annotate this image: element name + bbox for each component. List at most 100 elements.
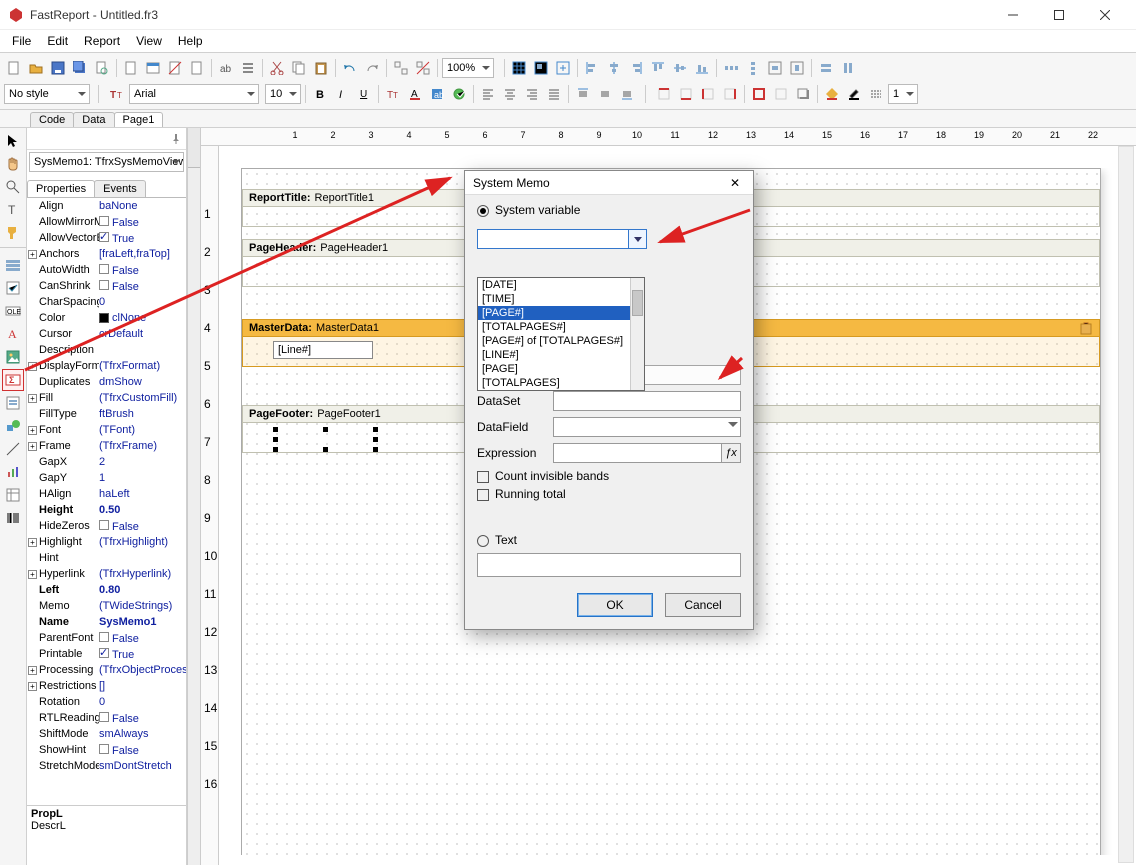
close-button[interactable] — [1082, 0, 1128, 30]
frame-right-icon[interactable] — [720, 84, 740, 104]
memo-checkbox-icon[interactable] — [2, 277, 24, 299]
font-settings-icon[interactable]: TT — [383, 84, 403, 104]
property-row[interactable]: +Anchors[fraLeft,fraTop] — [27, 246, 186, 262]
property-row[interactable]: Left0.80 — [27, 582, 186, 598]
dropdown-option[interactable]: [DATE] — [478, 278, 644, 292]
property-row[interactable]: DuplicatesdmShow — [27, 374, 186, 390]
page-options-icon[interactable] — [238, 58, 258, 78]
text-tool-icon[interactable]: T — [2, 199, 24, 221]
frame-left-icon[interactable] — [698, 84, 718, 104]
property-row[interactable]: +Restrictions[] — [27, 678, 186, 694]
frame-style-icon[interactable] — [866, 84, 886, 104]
sysmemo-tool-icon[interactable]: Σ — [2, 369, 24, 391]
text-align-center-icon[interactable] — [500, 84, 520, 104]
align-left-icon[interactable] — [582, 58, 602, 78]
property-row[interactable]: AutoWidthFalse — [27, 262, 186, 278]
menu-report[interactable]: Report — [76, 32, 128, 50]
dropdown-option[interactable]: [TOTALPAGES] — [478, 376, 644, 390]
text-align-right-icon[interactable] — [522, 84, 542, 104]
font-size-combo[interactable]: 10 — [265, 84, 301, 104]
panel-slide-bar[interactable] — [187, 128, 201, 865]
frame-bottom-icon[interactable] — [676, 84, 696, 104]
frame-none-icon[interactable] — [771, 84, 791, 104]
property-row[interactable]: +Frame(TfrxFrame) — [27, 438, 186, 454]
frame-color-icon[interactable] — [844, 84, 864, 104]
system-variable-input[interactable] — [478, 230, 629, 246]
paste-icon[interactable] — [311, 58, 331, 78]
same-height-icon[interactable] — [838, 58, 858, 78]
property-row[interactable]: ColorclNone — [27, 310, 186, 326]
fill-color-icon[interactable] — [822, 84, 842, 104]
hand-tool-icon[interactable] — [2, 153, 24, 175]
property-row[interactable]: Memo(TWideStrings) — [27, 598, 186, 614]
text-align-left-icon[interactable] — [478, 84, 498, 104]
group-icon[interactable] — [391, 58, 411, 78]
copy-icon[interactable] — [289, 58, 309, 78]
picture-tool-icon[interactable] — [2, 346, 24, 368]
space-v-icon[interactable] — [743, 58, 763, 78]
radio-text[interactable]: Text — [477, 533, 741, 547]
property-row[interactable]: +Processing(TfrxObjectProcessing) — [27, 662, 186, 678]
system-variable-dropdown[interactable]: [DATE][TIME][PAGE#][TOTALPAGES#][PAGE#] … — [477, 277, 645, 391]
property-row[interactable]: +Highlight(TfrxHighlight) — [27, 534, 186, 550]
property-row[interactable]: RTLReadingFalse — [27, 710, 186, 726]
cut-icon[interactable] — [267, 58, 287, 78]
property-row[interactable]: ShiftModesmAlways — [27, 726, 186, 742]
expression-input[interactable] — [553, 443, 722, 463]
page-add-icon[interactable] — [121, 58, 141, 78]
minimize-button[interactable] — [990, 0, 1036, 30]
fit-grid-icon[interactable] — [553, 58, 573, 78]
undo-icon[interactable] — [340, 58, 360, 78]
align-center-v-icon[interactable] — [670, 58, 690, 78]
text-input[interactable] — [477, 553, 741, 577]
highlight-icon[interactable]: ab — [427, 84, 447, 104]
frame-top-icon[interactable] — [654, 84, 674, 104]
radio-system-variable[interactable]: System variable — [477, 203, 741, 217]
shape-tool-icon[interactable] — [2, 415, 24, 437]
zoom-tool-icon[interactable] — [2, 176, 24, 198]
line-tool-icon[interactable] — [2, 438, 24, 460]
property-row[interactable]: ParentFontFalse — [27, 630, 186, 646]
open-icon[interactable] — [26, 58, 46, 78]
delete-band-icon[interactable] — [1079, 321, 1093, 335]
check-running-total[interactable]: Running total — [477, 487, 741, 501]
align-right-icon[interactable] — [626, 58, 646, 78]
property-row[interactable]: GapY1 — [27, 470, 186, 486]
italic-icon[interactable]: I — [332, 84, 352, 104]
tab-page1[interactable]: Page1 — [114, 112, 164, 127]
preview-icon[interactable] — [92, 58, 112, 78]
property-row[interactable]: +DisplayFormat(TfrxFormat) — [27, 358, 186, 374]
text-align-justify-icon[interactable] — [544, 84, 564, 104]
property-row[interactable]: +Font(TFont) — [27, 422, 186, 438]
ole-tool-icon[interactable]: OLE — [2, 300, 24, 322]
font-combo[interactable]: Arial — [129, 84, 259, 104]
object-selector[interactable]: SysMemo1: TfrxSysMemoView — [27, 150, 186, 174]
font-color-icon[interactable]: A — [405, 84, 425, 104]
center-h-page-icon[interactable] — [765, 58, 785, 78]
design-scrollbar[interactable] — [1118, 146, 1134, 863]
cancel-button[interactable]: Cancel — [665, 593, 741, 617]
align-top-icon[interactable] — [648, 58, 668, 78]
property-row[interactable]: AllowVectorExportTrue — [27, 230, 186, 246]
menu-view[interactable]: View — [128, 32, 170, 50]
rich-tool-icon[interactable]: A — [2, 323, 24, 345]
frame-all-icon[interactable] — [749, 84, 769, 104]
zoom-combo[interactable]: 100% — [442, 58, 494, 78]
property-row[interactable]: Hint — [27, 550, 186, 566]
tab-code[interactable]: Code — [30, 112, 74, 127]
subreport-tool-icon[interactable] — [2, 392, 24, 414]
chart-tool-icon[interactable] — [2, 461, 24, 483]
center-v-page-icon[interactable] — [787, 58, 807, 78]
save-all-icon[interactable] — [70, 58, 90, 78]
redo-icon[interactable] — [362, 58, 382, 78]
menu-help[interactable]: Help — [170, 32, 211, 50]
dropdown-option[interactable]: [PAGE] — [478, 362, 644, 376]
property-row[interactable]: +Fill(TfrxCustomFill) — [27, 390, 186, 406]
space-h-icon[interactable] — [721, 58, 741, 78]
property-row[interactable]: HideZerosFalse — [27, 518, 186, 534]
sysmemo-object[interactable]: [Line#] — [273, 341, 373, 359]
property-row[interactable]: PrintableTrue — [27, 646, 186, 662]
dropdown-option[interactable]: [PAGE#] — [478, 306, 644, 320]
band-tool-icon[interactable] — [2, 254, 24, 276]
style-combo[interactable]: No style — [4, 84, 90, 104]
